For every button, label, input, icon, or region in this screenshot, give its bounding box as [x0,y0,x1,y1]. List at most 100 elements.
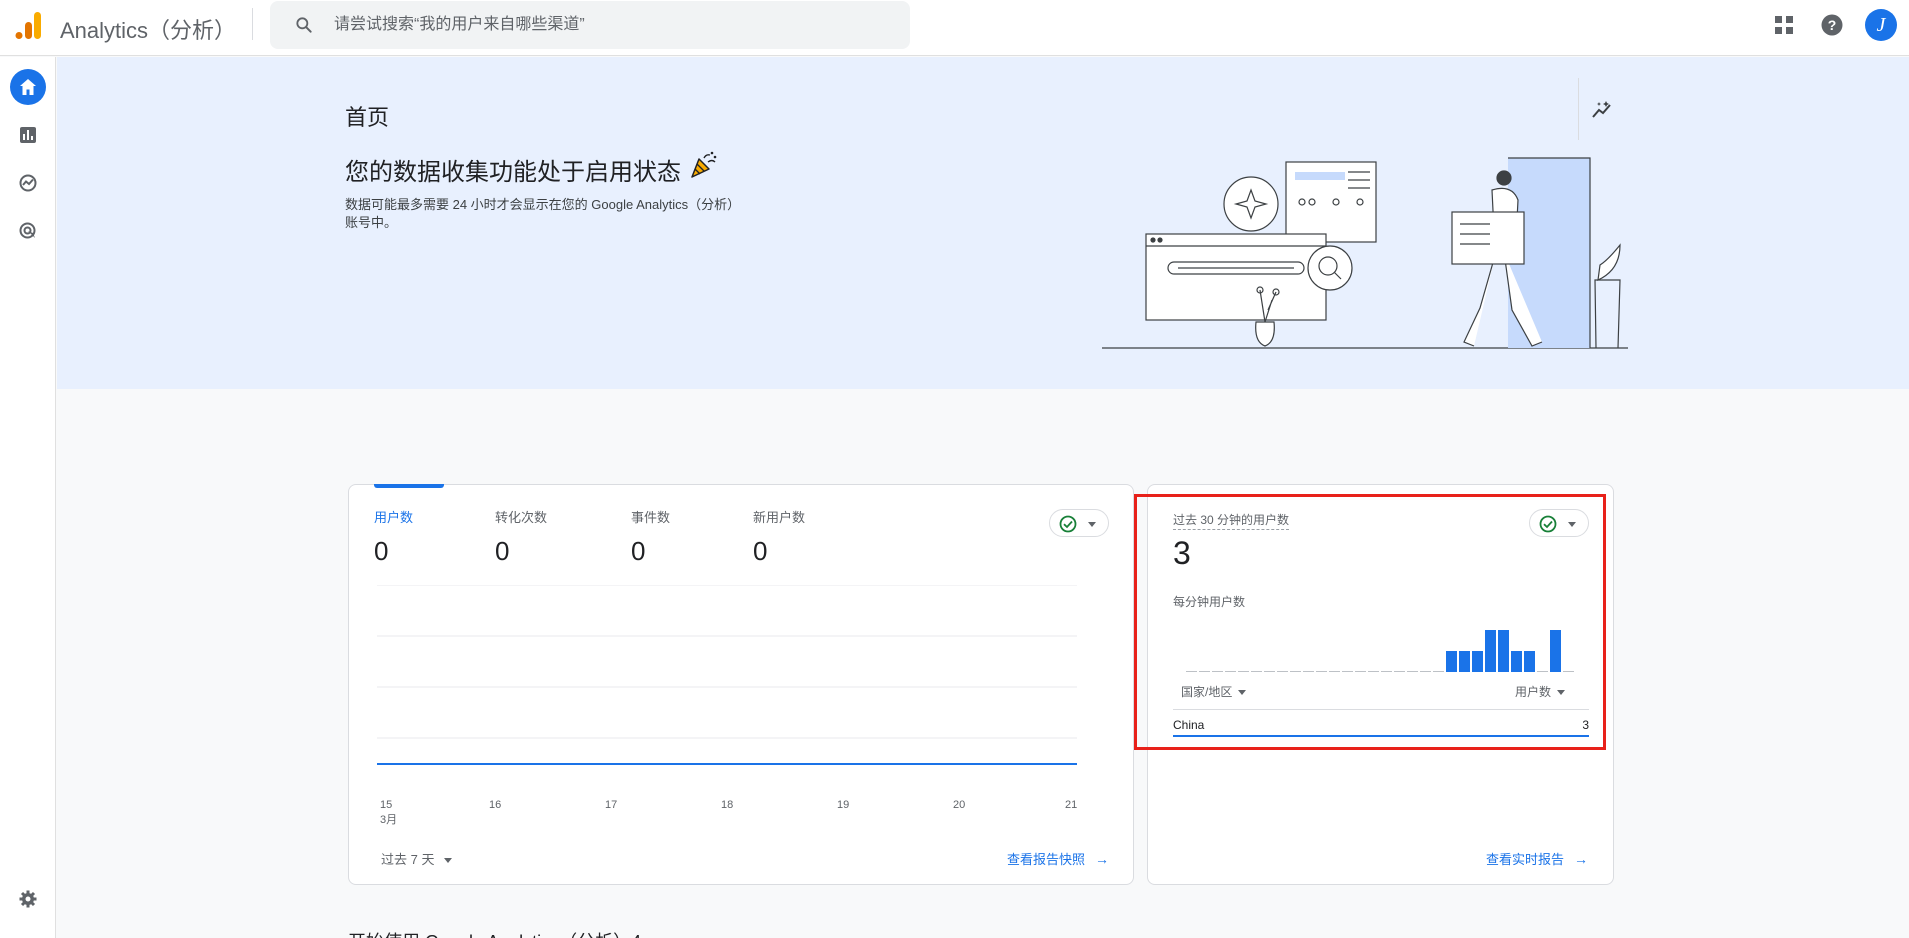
table-row[interactable]: China 3 [1173,709,1589,737]
account-avatar[interactable]: J [1865,9,1897,41]
svg-text:?: ? [1828,17,1837,33]
metric-value: 0 [374,536,389,566]
app-title[interactable]: Analytics（分析） [60,13,236,45]
dimension-dropdown[interactable]: 国家/地区 [1181,683,1247,700]
nav-reports-button[interactable] [10,117,46,153]
metric-label: 用户数 [374,510,414,525]
bar [1277,671,1288,672]
bar [1238,671,1249,672]
bar [1329,671,1340,672]
x-tick-label: 18 [721,799,734,811]
realtime-user-count: 3 [1173,535,1191,571]
active-tab-indicator [374,484,444,488]
bar [1511,651,1522,672]
realtime-data-quality-dropdown[interactable] [1529,509,1589,537]
realtime-chart-subtitle: 每分钟用户数 [1173,595,1246,609]
overview-line-chart [377,585,1077,765]
view-report-snapshot-label: 查看报告快照 [1007,852,1086,867]
analytics-logo-icon[interactable] [14,10,42,40]
hero-illustration [1102,157,1628,349]
metric-tab-events[interactable]: 事件数 0 [631,507,670,567]
nav-home-button[interactable] [10,69,46,105]
search-icon [296,17,312,33]
country-name: China [1173,718,1205,732]
x-tick-label: 21 [1065,799,1078,811]
bar [1355,671,1366,672]
bar-chart-icon [20,127,36,143]
chevron-down-icon [1088,522,1096,527]
x-tick-label: 17 [605,799,618,811]
bar [1199,671,1210,672]
party-popper-icon [691,151,717,178]
page-title: 首页 [345,105,390,130]
hero-heading: 您的数据收集功能处于启用状态 [345,159,681,186]
bar [1394,671,1405,672]
date-range-dropdown[interactable]: 过去 7 天 [381,849,453,868]
bar [1264,671,1275,672]
nav-advertising-button[interactable] [10,213,46,249]
arrow-right-icon: → [1095,851,1110,867]
bar [1524,651,1535,672]
metric-label: 转化次数 [495,510,548,525]
realtime-title[interactable]: 过去 30 分钟的用户数 [1173,511,1290,530]
bar [1251,671,1262,672]
bar [1186,671,1197,672]
metric-tab-users[interactable]: 用户数 0 [374,507,413,567]
bar [1407,671,1418,672]
date-range-label: 过去 7 天 [381,852,435,867]
bar [1316,671,1327,672]
nav-admin-button[interactable] [10,881,46,917]
chevron-down-icon [444,858,453,864]
metric-tab-conversions[interactable]: 转化次数 0 [495,507,547,567]
metric-dropdown[interactable]: 用户数 [1515,683,1566,700]
bar [1446,651,1457,672]
bar [1225,671,1236,672]
hero-description: 数据可能最多需要 24 小时才会显示在您的 Google Analytics（分… [345,197,741,230]
bar [1420,671,1431,672]
advertising-icon [19,222,36,239]
topbar-divider [252,8,253,40]
metric-value: 0 [495,536,510,566]
left-navigation [0,57,56,938]
check-circle-icon [1539,515,1557,533]
view-realtime-report-link[interactable]: 查看实时报告 → [1486,849,1588,868]
chevron-down-icon [1238,690,1247,696]
chevron-down-icon [1568,522,1576,527]
chevron-down-icon [1557,690,1566,696]
x-tick-label: 19 [837,799,850,811]
bar [1563,671,1574,672]
x-tick-label: 16 [489,799,502,811]
metric-label: 新用户数 [753,510,806,525]
data-quality-dropdown[interactable] [1049,509,1109,537]
bar [1290,671,1301,672]
metric-tab-new-users[interactable]: 新用户数 0 [753,507,805,567]
bar [1472,651,1483,672]
bar [1485,630,1496,672]
gear-icon [19,890,37,908]
bar [1550,630,1561,672]
insights-icon[interactable] [1590,98,1614,122]
metric-label: 事件数 [631,510,671,525]
bar [1459,651,1470,672]
view-realtime-report-label: 查看实时报告 [1486,852,1565,867]
bar [1368,671,1379,672]
check-circle-icon [1059,515,1077,533]
x-tick-label: 20 [953,799,966,811]
x-axis-month-label: 3月 [380,814,398,826]
bar [1498,630,1509,672]
view-report-snapshot-link[interactable]: 查看报告快照 → [1007,849,1109,868]
apps-grid-icon[interactable] [1772,13,1796,37]
realtime-card: 过去 30 分钟的用户数 3 每分钟用户数 国家/地区 用户数 China 3 … [1147,484,1614,885]
users-per-minute-bar-chart [1186,630,1574,672]
nav-explore-button[interactable] [10,165,46,201]
bar [1433,671,1444,672]
help-icon[interactable]: ? [1820,13,1844,37]
bar [1537,671,1548,672]
metric-value: 0 [631,536,646,566]
bar [1303,671,1314,672]
overview-card: 用户数 0 转化次数 0 事件数 0 新用户数 0 15 16 17 18 19 20 21… [348,484,1134,885]
country-user-count: 3 [1582,718,1589,732]
bar [1381,671,1392,672]
search-bar[interactable] [270,1,910,49]
search-input[interactable] [334,1,894,49]
